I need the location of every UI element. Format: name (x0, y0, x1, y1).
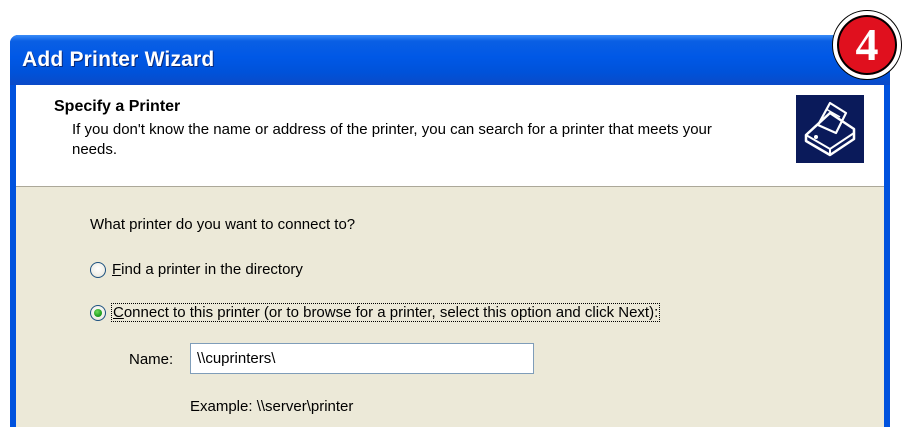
wizard-client-area: Specify a Printer If you don't know the … (16, 85, 884, 427)
question-text: What printer do you want to connect to? (90, 216, 356, 233)
connect-to-printer-radio[interactable] (90, 304, 106, 321)
name-example-text: Example: \\server\printer (190, 398, 354, 415)
option-find-in-directory[interactable]: Find a printer in the directory (90, 261, 303, 278)
window-title: Add Printer Wizard (22, 48, 215, 71)
find-accelerator: F (112, 261, 122, 278)
title-bar[interactable]: Add Printer Wizard (10, 35, 890, 85)
find-label-rest: ind a printer in the directory (121, 261, 303, 278)
page-description: If you don't know the name or address of… (72, 121, 712, 158)
page-title: Specify a Printer (54, 98, 181, 115)
wizard-header: Specify a Printer If you don't know the … (16, 85, 884, 187)
printer-icon (796, 95, 864, 163)
screenshot-stage: Add Printer Wizard Specify a Printer If … (0, 0, 914, 427)
connect-to-printer-label[interactable]: Connect to this printer (or to browse fo… (110, 303, 661, 322)
step-number-badge: 4 (833, 11, 901, 79)
wizard-window: Add Printer Wizard Specify a Printer If … (10, 35, 890, 427)
wizard-body: What printer do you want to connect to? … (16, 187, 884, 427)
connect-label-rest: onnect to this printer (or to browse for… (123, 304, 659, 321)
name-label: Name: (129, 351, 174, 368)
find-in-directory-label[interactable]: Find a printer in the directory (112, 261, 303, 278)
find-in-directory-radio[interactable] (90, 261, 106, 278)
printer-name-input[interactable] (190, 343, 534, 374)
option-connect-to-printer[interactable]: Connect to this printer (or to browse fo… (90, 303, 661, 322)
connect-accelerator: C (113, 304, 124, 321)
